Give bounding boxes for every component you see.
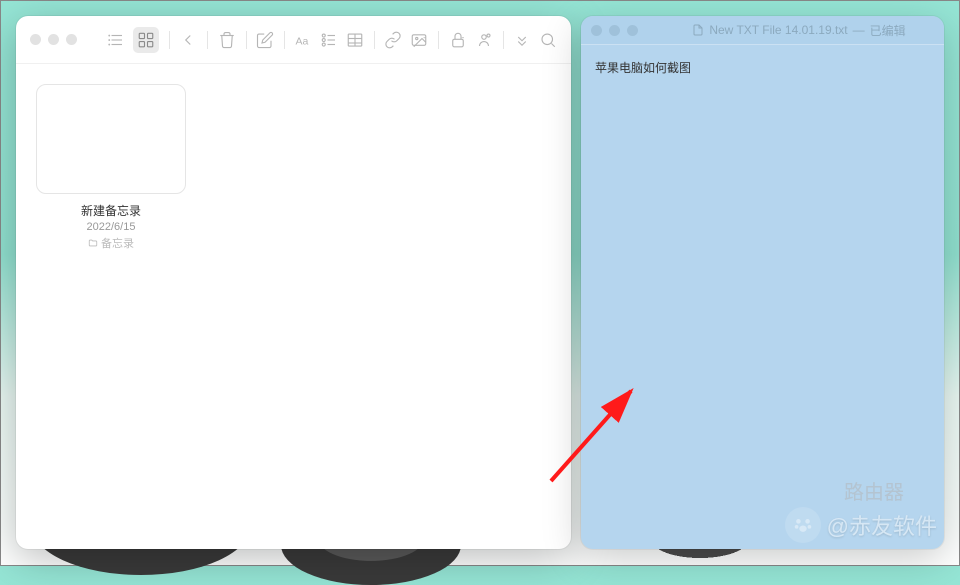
notes-window: Aa 新建备忘录 2022/ <box>16 16 571 549</box>
notes-grid: 新建备忘录 2022/6/15 备忘录 <box>16 64 571 549</box>
note-card[interactable]: 新建备忘录 2022/6/15 备忘录 <box>36 84 186 251</box>
notes-toolbar: Aa <box>16 16 571 64</box>
note-thumbnail <box>36 84 186 194</box>
compose-icon[interactable] <box>256 27 274 53</box>
share-icon[interactable] <box>475 27 493 53</box>
note-folder: 备忘录 <box>36 235 186 251</box>
watermark-brand: @赤友软件 <box>785 507 937 543</box>
trash-icon[interactable] <box>218 27 236 53</box>
note-title: 新建备忘录 <box>36 202 186 219</box>
textedit-content[interactable]: 苹果电脑如何截图 <box>581 44 944 549</box>
lock-icon[interactable] <box>449 27 467 53</box>
media-icon[interactable] <box>410 27 428 53</box>
more-icon[interactable] <box>513 27 531 53</box>
back-button-icon[interactable] <box>179 27 197 53</box>
link-icon[interactable] <box>384 27 402 53</box>
textedit-titlebar: New TXT File 14.01.19.txt — 已编辑 <box>581 16 944 44</box>
paw-icon <box>785 507 821 543</box>
watermark-router: 路由器 <box>844 476 904 505</box>
checklist-icon[interactable] <box>320 27 338 53</box>
search-icon[interactable] <box>539 27 557 53</box>
textedit-window: New TXT File 14.01.19.txt — 已编辑 苹果电脑如何截图 <box>581 16 944 549</box>
svg-text:Aa: Aa <box>296 35 309 47</box>
window-title: New TXT File 14.01.19.txt — 已编辑 <box>664 22 934 39</box>
grid-view-icon[interactable] <box>133 27 159 53</box>
list-view-icon[interactable] <box>103 27 129 53</box>
table-icon[interactable] <box>346 27 364 53</box>
note-date: 2022/6/15 <box>36 221 186 233</box>
traffic-lights[interactable] <box>591 25 638 36</box>
format-text-icon[interactable]: Aa <box>294 27 312 53</box>
traffic-lights[interactable] <box>30 34 77 45</box>
